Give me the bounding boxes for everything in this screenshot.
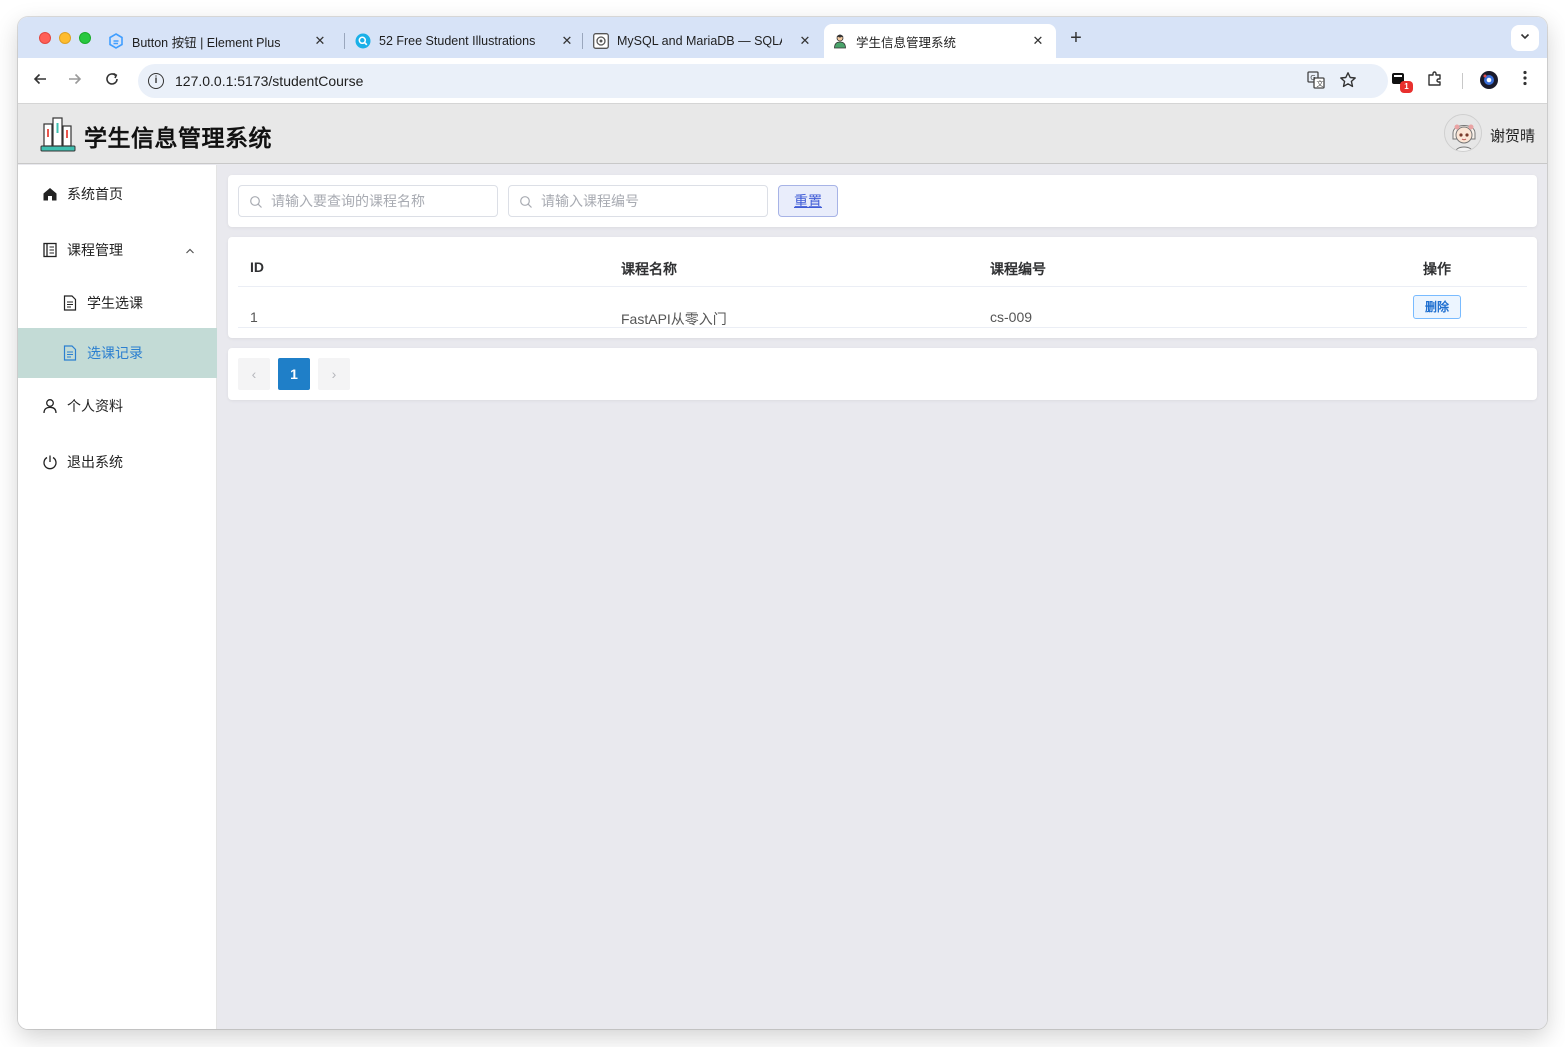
user-icon [41, 397, 59, 415]
sidebar-item-label: 课程管理 [67, 242, 123, 258]
next-page-button[interactable]: › [318, 358, 350, 390]
prev-page-button[interactable]: ‹ [238, 358, 270, 390]
sidebar: 系统首页 课程管理 学生选课 选课记录 个人资料 退出系统 [18, 165, 217, 1029]
minimize-window-button[interactable] [59, 32, 71, 44]
tab-title: Button 按钮 | Element Plus [132, 35, 281, 50]
tab-close-icon[interactable]: ✕ [312, 33, 328, 49]
course-no-input[interactable] [541, 186, 761, 216]
chevron-down-icon [1520, 33, 1530, 40]
document-icon [61, 294, 79, 312]
element-plus-icon [108, 33, 124, 49]
new-tab-button[interactable]: + [1066, 28, 1086, 49]
reload-icon [106, 72, 118, 85]
delete-button[interactable]: 删除 [1413, 295, 1461, 319]
browser-tab-element-plus[interactable]: Button 按钮 | Element Plus ✕ [108, 24, 338, 58]
course-name-search[interactable] [238, 185, 498, 217]
maximize-window-button[interactable] [79, 32, 91, 44]
books-logo-icon [38, 114, 78, 154]
sidebar-item-label: 系统首页 [67, 186, 123, 202]
tab-bar: Button 按钮 | Element Plus ✕ 52 Free Stude… [18, 17, 1547, 58]
search-card: 重置 [228, 175, 1537, 227]
search-icon [249, 195, 263, 209]
forward-button[interactable] [64, 70, 86, 92]
sidebar-item-label: 选课记录 [87, 345, 143, 361]
extension-badge: 1 [1400, 81, 1413, 93]
close-window-button[interactable] [39, 32, 51, 44]
sidebar-item-course-records[interactable]: 选课记录 [18, 328, 217, 378]
pagination-card: ‹ 1 › [228, 348, 1537, 400]
table-card: ID 课程名称 课程编号 操作 1 FastAPI从零入门 cs-009 删除 [228, 237, 1537, 338]
app-header: 学生信息管理系统 谢贺晴 [18, 104, 1547, 164]
browser-tab-student-system[interactable]: 学生信息管理系统 ✕ [824, 24, 1056, 58]
column-header-action: 操作 [1423, 261, 1451, 277]
browser-toolbar: i 127.0.0.1:5173/studentCourse G文 1 [18, 58, 1547, 104]
url-text[interactable]: 127.0.0.1:5173/studentCourse [175, 73, 363, 89]
column-header-course-name: 课程名称 [621, 261, 677, 277]
sidebar-item-student-course-selection[interactable]: 学生选课 [18, 278, 217, 328]
tab-close-icon[interactable]: ✕ [559, 33, 575, 49]
sidebar-item-course-management[interactable]: 课程管理 [18, 225, 217, 275]
sidebar-item-label: 退出系统 [67, 454, 123, 470]
app-root: 学生信息管理系统 谢贺晴 系统首页 课程管理 学生选课 选课记录 个人资料 退出… [18, 104, 1547, 1029]
address-bar[interactable]: i 127.0.0.1:5173/studentCourse G文 [138, 64, 1388, 98]
toolbar-divider [1462, 73, 1463, 89]
extension-notification-icon[interactable]: 1 [1388, 70, 1413, 93]
power-icon [41, 453, 59, 471]
tab-title: 52 Free Student Illustrations - [379, 34, 539, 48]
user-name[interactable]: 谢贺晴 [1490, 125, 1535, 146]
profile-avatar-icon[interactable] [1478, 70, 1500, 92]
tab-separator [582, 33, 583, 49]
extensions-puzzle-icon[interactable] [1424, 70, 1446, 92]
student-icon [832, 33, 848, 49]
reload-button[interactable] [101, 70, 123, 92]
svg-text:G: G [1310, 74, 1315, 82]
translate-icon[interactable]: G文 [1306, 71, 1326, 91]
app-title: 学生信息管理系统 [84, 125, 272, 151]
cell-course-name: FastAPI从零入门 [621, 311, 727, 327]
sidebar-item-logout[interactable]: 退出系统 [18, 437, 217, 487]
reset-button[interactable]: 重置 [778, 185, 838, 217]
browser-tab-illustrations[interactable]: 52 Free Student Illustrations - ✕ [355, 24, 585, 58]
home-icon [41, 185, 59, 203]
tab-close-icon[interactable]: ✕ [1030, 33, 1046, 49]
row-divider [238, 327, 1527, 328]
sidebar-item-home[interactable]: 系统首页 [18, 169, 217, 219]
sqlalchemy-icon [593, 33, 609, 49]
search-badge-icon [355, 33, 371, 49]
site-info-icon[interactable]: i [148, 73, 164, 89]
arrow-left-icon [33, 73, 46, 85]
cell-id: 1 [250, 309, 258, 325]
course-no-search[interactable] [508, 185, 768, 217]
page-number-current[interactable]: 1 [278, 358, 310, 390]
document-icon [61, 344, 79, 362]
browser-window: Button 按钮 | Element Plus ✕ 52 Free Stude… [18, 17, 1547, 1029]
svg-text:文: 文 [1317, 79, 1324, 88]
column-header-course-no: 课程编号 [990, 261, 1046, 277]
header-divider [238, 286, 1527, 287]
sidebar-item-label: 学生选课 [87, 295, 143, 311]
browser-tab-sqlalchemy[interactable]: MySQL and MariaDB — SQLA ✕ [593, 24, 823, 58]
tab-close-icon[interactable]: ✕ [797, 33, 813, 49]
sidebar-item-profile[interactable]: 个人资料 [18, 381, 217, 431]
tab-title: MySQL and MariaDB — SQLA [617, 34, 782, 48]
bookmark-star-icon[interactable] [1338, 71, 1358, 91]
column-header-id: ID [250, 259, 264, 275]
book-icon [41, 241, 59, 259]
sidebar-item-label: 个人资料 [67, 398, 123, 414]
tab-search-button[interactable] [1511, 25, 1539, 51]
browser-menu-icon[interactable] [1514, 70, 1536, 92]
chevron-up-icon [184, 244, 196, 256]
course-name-input[interactable] [271, 186, 491, 216]
user-avatar[interactable] [1444, 114, 1482, 152]
tab-title: 学生信息管理系统 [856, 35, 957, 50]
arrow-right-icon [69, 73, 82, 85]
tab-separator [344, 33, 345, 49]
cell-course-no: cs-009 [990, 309, 1033, 325]
search-icon [519, 195, 533, 209]
back-button[interactable] [29, 70, 51, 92]
